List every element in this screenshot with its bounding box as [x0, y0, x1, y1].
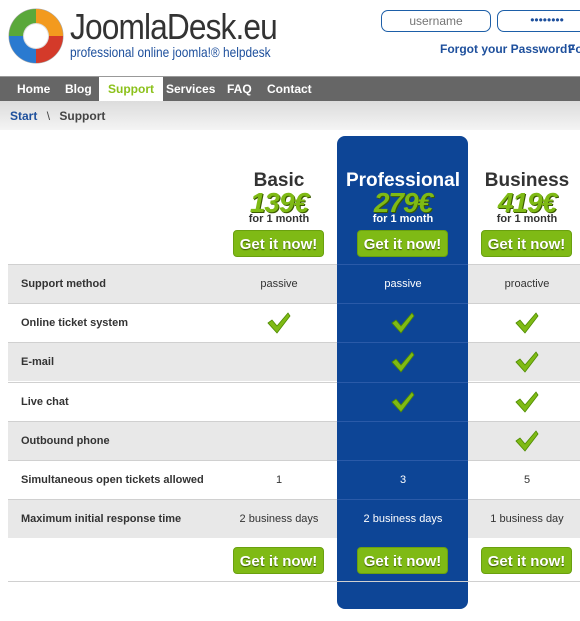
check-icon — [391, 390, 415, 413]
check-icon — [267, 312, 291, 334]
feature-row: E-mail — [8, 342, 580, 383]
check-icon — [515, 430, 539, 452]
feature-value: 2 business days — [239, 513, 319, 526]
breadcrumb-separator: \ — [46, 109, 51, 123]
feature-label: Online ticket system — [21, 317, 128, 330]
get-it-now-button[interactable]: Get it now! — [481, 547, 572, 574]
password-input[interactable]: •••••••• — [497, 10, 580, 32]
get-it-now-button[interactable]: Get it now! — [233, 230, 324, 257]
feature-label: Maximum initial response time — [21, 513, 182, 526]
feature-row: Maximum initial response time 2 business … — [8, 499, 580, 540]
feature-value: 2 business days — [363, 513, 443, 526]
get-it-now-button[interactable]: Get it now! — [357, 230, 448, 257]
logo-title: JoomlaDesk.eu — [70, 6, 278, 47]
main-nav: Home Blog Support Services FAQ Contact — [0, 76, 580, 102]
table-bottom-divider — [8, 581, 580, 582]
get-it-now-button[interactable]: Get it now! — [357, 547, 448, 574]
get-it-now-button[interactable]: Get it now! — [233, 547, 324, 574]
feature-label: Outbound phone — [21, 434, 110, 447]
breadcrumb-start[interactable]: Start — [10, 109, 37, 123]
plan-period: for 1 month — [248, 213, 310, 225]
nav-faq[interactable]: FAQ — [227, 77, 252, 102]
breadcrumb: Start \ Support — [0, 101, 580, 130]
breadcrumb-current: Support — [59, 109, 106, 123]
logo-subtitle: professional online joomla!® helpdesk — [70, 44, 271, 60]
feature-row: Simultaneous open tickets allowed 1 3 5 — [8, 460, 580, 500]
check-icon — [515, 312, 539, 334]
feature-value: 3 — [399, 474, 407, 486]
nav-services[interactable]: Services — [166, 77, 215, 102]
nav-support[interactable]: Support — [99, 77, 163, 102]
check-icon — [391, 351, 415, 374]
get-it-now-button[interactable]: Get it now! — [481, 230, 572, 257]
plan-period: for 1 month — [372, 213, 434, 225]
feature-value: 5 — [523, 474, 531, 486]
feature-value: passive — [384, 278, 422, 290]
nav-contact[interactable]: Contact — [267, 77, 312, 102]
forgot-password-link[interactable]: Forgot your Password? — [440, 42, 575, 56]
check-icon — [515, 351, 539, 374]
nav-home[interactable]: Home — [17, 77, 50, 102]
feature-value: passive — [260, 278, 298, 290]
lifebuoy-logo-icon — [8, 8, 64, 64]
feature-label: Simultaneous open tickets allowed — [21, 474, 204, 486]
forgot-username-link[interactable]: Fo — [568, 42, 580, 56]
plan-period: for 1 month — [496, 213, 558, 225]
feature-row: Live chat — [8, 381, 580, 422]
feature-value: 1 — [275, 474, 283, 486]
feature-row: Outbound phone — [8, 420, 580, 461]
feature-value: proactive — [504, 278, 550, 290]
feature-label: Support method — [21, 278, 106, 290]
username-input[interactable] — [381, 10, 491, 32]
feature-value: 1 business day — [490, 513, 564, 526]
feature-row: Support method passive passive proactive — [8, 264, 580, 304]
nav-blog[interactable]: Blog — [65, 77, 92, 102]
feature-label: Live chat — [21, 395, 69, 408]
feature-row: Online ticket system — [8, 303, 580, 344]
feature-label: E-mail — [21, 356, 55, 369]
check-icon — [391, 312, 415, 334]
check-icon — [515, 390, 539, 413]
